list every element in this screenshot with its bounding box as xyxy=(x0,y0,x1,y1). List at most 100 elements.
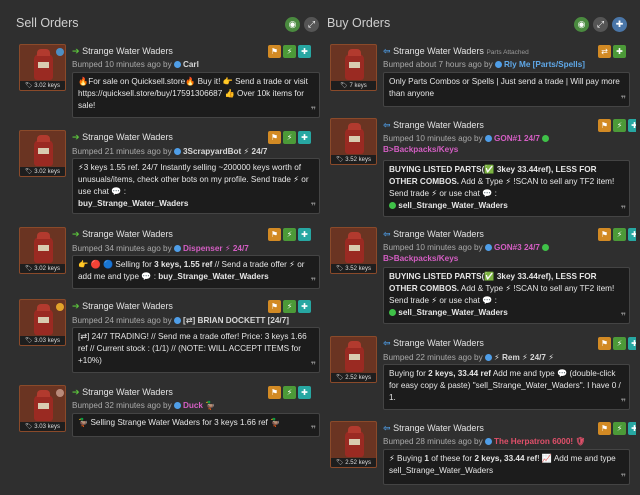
item-thumbnail[interactable]: 🏷 3.02 keys xyxy=(19,227,66,274)
arrow-left-icon: ⇦ xyxy=(383,120,391,130)
online-dot xyxy=(542,135,550,142)
bump-info: Bumped 22 minutes ago by ⚡ Rem ⚡ 24/7 ⚡ xyxy=(383,353,554,362)
quote-icon: ❞ xyxy=(620,310,626,321)
parts-attached-label: Parts Attached xyxy=(486,49,529,56)
quote-icon: ❞ xyxy=(310,104,316,115)
lightning-icon[interactable]: ⚡ xyxy=(613,119,626,132)
item-thumbnail[interactable]: 🏷 3.03 keys xyxy=(19,385,66,432)
arrow-right-icon: ➔ xyxy=(72,229,80,239)
listing: 🏷 3.52 keys ⇦ Strange Water Waders ⚑ ⚡ ✚ B… xyxy=(330,118,640,218)
flag-icon[interactable]: ⚑ xyxy=(268,300,281,313)
item-thumbnail[interactable]: 🏷 3.52 keys xyxy=(330,118,377,165)
flag-icon[interactable]: ⚑ xyxy=(598,228,611,241)
username[interactable]: The Herpatron 6000! 🛡 xyxy=(494,437,586,446)
add-friend-icon[interactable]: ✚ xyxy=(298,386,311,399)
lightning-icon[interactable]: ⚡ xyxy=(613,228,626,241)
username[interactable]: ⚡ Rem ⚡ 24/7 ⚡ xyxy=(494,353,554,362)
username[interactable]: 3ScrapyardBot ⚡ 24/7 xyxy=(183,147,267,156)
listing-title[interactable]: ➔ Strange Water Waders xyxy=(72,301,173,312)
expand-icon[interactable]: ⤢ xyxy=(593,17,608,32)
item-thumbnail[interactable]: 🏷 7 keys xyxy=(330,44,377,91)
quote-icon: ❞ xyxy=(310,275,316,286)
listing: 🏷 3.02 keys ➔ Strange Water Waders ⚑ ⚡ ✚ B… xyxy=(19,130,320,214)
item-thumbnail[interactable]: 🏷 2.52 keys xyxy=(330,421,377,468)
action-buttons: ⚑ ⚡ ✚ xyxy=(598,422,640,435)
listing-title[interactable]: ⇦ Strange Water Waders xyxy=(383,338,484,349)
lightning-icon[interactable]: ⚡ xyxy=(613,337,626,350)
avatar xyxy=(484,438,492,445)
flag-icon[interactable]: ⚑ xyxy=(598,422,611,435)
swap-icon[interactable]: ⇄ xyxy=(598,45,611,58)
bump-info: Bumped 34 minutes ago by Dispenser ⚡ 24/… xyxy=(72,244,249,253)
item-thumbnail[interactable]: 🏷 2.52 keys xyxy=(330,336,377,383)
price-badge: 🏷 3.03 keys xyxy=(20,336,65,345)
flag-icon[interactable]: ⚑ xyxy=(598,337,611,350)
item-thumbnail[interactable]: 🏷 3.52 keys xyxy=(330,227,377,274)
lightning-icon[interactable]: ⚡ xyxy=(283,131,296,144)
item-thumbnail[interactable]: 🏷 3.03 keys xyxy=(19,299,66,346)
listing: 🏷 2.52 keys ⇦ Strange Water Waders ⚑ ⚡ ✚ B… xyxy=(330,421,640,495)
listing: 🏷 7 keys ⇦ Strange Water Waders Parts At… xyxy=(330,44,636,124)
add-friend-icon[interactable]: ✚ xyxy=(298,300,311,313)
buy-controls: ◉ ⤢ ✚ xyxy=(574,17,627,32)
username[interactable]: GON#1 24/7 xyxy=(494,134,540,143)
eye-icon[interactable]: ◉ xyxy=(574,17,589,32)
item-thumbnail[interactable]: 🏷 3.02 keys xyxy=(19,130,66,177)
arrow-left-icon: ⇦ xyxy=(383,229,391,239)
listing-title[interactable]: ⇦ Strange Water Waders xyxy=(383,229,484,240)
action-buttons: ⚑ ⚡ ✚ xyxy=(268,300,311,313)
lightning-icon[interactable]: ⚡ xyxy=(283,45,296,58)
listing: 🏷 3.03 keys ➔ Strange Water Waders ⚑ ⚡ ✚ B… xyxy=(19,385,320,465)
avatar xyxy=(173,245,181,252)
add-friend-icon[interactable]: ✚ xyxy=(298,228,311,241)
lightning-icon[interactable]: ⚡ xyxy=(613,422,626,435)
flag-icon[interactable]: ⚑ xyxy=(268,228,281,241)
action-buttons: ⚑ ⚡ ✚ xyxy=(598,119,640,132)
sell-orders-title: Sell Orders xyxy=(16,16,79,30)
listing-title[interactable]: ⇦ Strange Water Waders xyxy=(383,423,484,434)
buy-orders-panel: Buy Orders ◉ ⤢ ✚ 🏷 7 keys ⇦ Strange Wate… xyxy=(321,0,640,495)
listing-title[interactable]: ⇦ Strange Water Waders Parts Attached xyxy=(383,46,529,57)
user-subtitle: B>Backpacks/Keys xyxy=(383,254,459,263)
avatar xyxy=(173,402,181,409)
username[interactable]: Rly Me [Parts/Spells] xyxy=(504,60,585,69)
item-thumbnail[interactable]: 🏷 3.02 keys xyxy=(19,44,66,91)
username[interactable]: Carl xyxy=(183,60,199,69)
online-dot xyxy=(542,244,550,251)
bump-info: Bumped 32 minutes ago by Duck 🦆 xyxy=(72,401,216,410)
flag-icon[interactable]: ⚑ xyxy=(268,131,281,144)
username[interactable]: GON#3 24/7 xyxy=(494,243,540,252)
flag-icon[interactable]: ⚑ xyxy=(268,386,281,399)
plus-icon[interactable]: ✚ xyxy=(612,17,627,32)
price-badge: 🏷 3.52 keys xyxy=(331,264,376,273)
listing-message: BUYING LISTED PARTS(✅ 3key 33.44ref), LE… xyxy=(383,160,630,217)
action-buttons: ⚑ ⚡ ✚ xyxy=(268,45,311,58)
price-badge: 🏷 7 keys xyxy=(331,81,376,90)
listing-title[interactable]: ➔ Strange Water Waders xyxy=(72,387,173,398)
lightning-icon[interactable]: ⚡ xyxy=(283,228,296,241)
listing: 🏷 3.03 keys ➔ Strange Water Waders ⚑ ⚡ ✚ B… xyxy=(19,299,320,379)
lightning-icon[interactable]: ⚡ xyxy=(283,386,296,399)
listing: 🏷 3.02 keys ➔ Strange Water Waders ⚑ ⚡ ✚ B… xyxy=(19,227,320,307)
listing-message: Buying for 2 keys, 33.44 ref Add me and … xyxy=(383,364,630,410)
flag-icon[interactable]: ⚑ xyxy=(268,45,281,58)
arrow-left-icon: ⇦ xyxy=(383,423,391,433)
listing-title[interactable]: ➔ Strange Water Waders xyxy=(72,46,173,57)
eye-icon[interactable]: ◉ xyxy=(285,17,300,32)
add-friend-icon[interactable]: ✚ xyxy=(613,45,626,58)
username[interactable]: Duck 🦆 xyxy=(183,401,216,410)
listing-title[interactable]: ➔ Strange Water Waders xyxy=(72,132,173,143)
listing-title[interactable]: ⇦ Strange Water Waders xyxy=(383,120,484,131)
username[interactable]: Dispenser ⚡ 24/7 xyxy=(183,244,249,253)
add-friend-icon[interactable]: ✚ xyxy=(298,45,311,58)
username[interactable]: [⇄] BRIAN DOCKETT [24/7] xyxy=(183,316,289,325)
flag-icon[interactable]: ⚑ xyxy=(598,119,611,132)
add-friend-icon[interactable]: ✚ xyxy=(298,131,311,144)
listing-title[interactable]: ➔ Strange Water Waders xyxy=(72,229,173,240)
bump-info: Bumped 10 minutes ago by Carl xyxy=(72,60,199,69)
scrollbar[interactable] xyxy=(636,0,640,495)
listing: 🏷 2.52 keys ⇦ Strange Water Waders ⚑ ⚡ ✚ B… xyxy=(330,336,640,416)
price-badge: 🏷 3.03 keys xyxy=(20,422,65,431)
lightning-icon[interactable]: ⚡ xyxy=(283,300,296,313)
expand-icon[interactable]: ⤢ xyxy=(304,17,319,32)
